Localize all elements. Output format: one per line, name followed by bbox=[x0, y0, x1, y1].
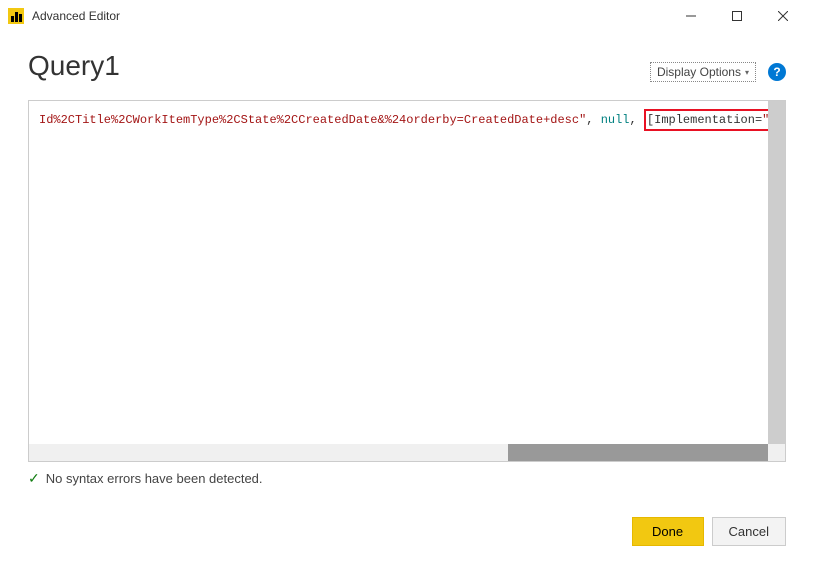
header: Query1 Display Options ▾ ? bbox=[0, 32, 814, 90]
app-icon bbox=[8, 8, 24, 24]
code-null: null bbox=[601, 113, 630, 127]
display-options-label: Display Options bbox=[657, 65, 741, 79]
code-string: Id%2CTitle%2CWorkItemType%2CState%2CCrea… bbox=[39, 113, 586, 127]
status-bar: ✓ No syntax errors have been detected. bbox=[28, 470, 786, 487]
code-punct: , bbox=[630, 113, 644, 127]
scroll-corner bbox=[768, 444, 785, 461]
maximize-icon bbox=[732, 11, 742, 21]
minimize-icon bbox=[686, 11, 696, 21]
highlighted-code: [Implementation="2.0"]) bbox=[644, 109, 786, 131]
horizontal-scrollbar-thumb[interactable] bbox=[508, 444, 768, 461]
close-icon bbox=[778, 11, 788, 21]
code-punct: , bbox=[586, 113, 600, 127]
chevron-down-icon: ▾ bbox=[745, 68, 749, 77]
code-ident: Implementation bbox=[654, 113, 755, 127]
vertical-scrollbar[interactable] bbox=[768, 101, 785, 444]
maximize-button[interactable] bbox=[714, 0, 760, 32]
status-message: No syntax errors have been detected. bbox=[46, 471, 263, 486]
window-title: Advanced Editor bbox=[32, 9, 668, 23]
display-options-dropdown[interactable]: Display Options ▾ bbox=[650, 62, 756, 82]
code-editor[interactable]: Id%2CTitle%2CWorkItemType%2CState%2CCrea… bbox=[28, 100, 786, 462]
titlebar: Advanced Editor bbox=[0, 0, 814, 32]
cancel-button[interactable]: Cancel bbox=[712, 517, 786, 546]
vertical-scrollbar-thumb[interactable] bbox=[768, 101, 785, 444]
done-button[interactable]: Done bbox=[632, 517, 704, 546]
window-controls bbox=[668, 0, 806, 32]
code-line: Id%2CTitle%2CWorkItemType%2CState%2CCrea… bbox=[29, 101, 785, 139]
horizontal-scrollbar[interactable] bbox=[29, 444, 768, 461]
minimize-button[interactable] bbox=[668, 0, 714, 32]
close-button[interactable] bbox=[760, 0, 806, 32]
query-title: Query1 bbox=[28, 50, 120, 82]
dialog-buttons: Done Cancel bbox=[632, 517, 786, 546]
help-icon[interactable]: ? bbox=[768, 63, 786, 81]
header-right: Display Options ▾ ? bbox=[650, 62, 786, 82]
checkmark-icon: ✓ bbox=[28, 470, 40, 487]
